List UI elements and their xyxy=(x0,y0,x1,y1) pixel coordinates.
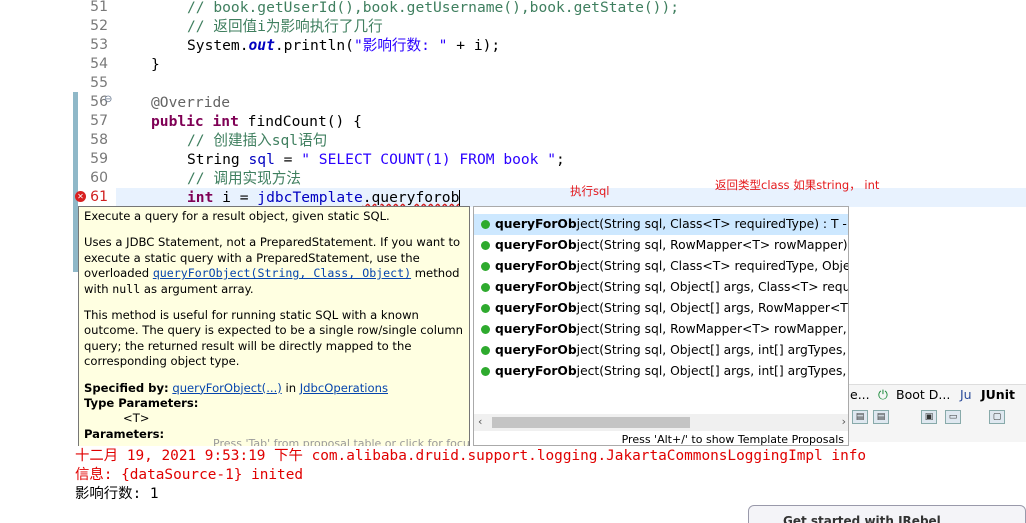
line-number: 51 xyxy=(90,0,108,15)
annotation-return-type: 返回类型class 如果string， int xyxy=(715,178,880,192)
code-line-54: } xyxy=(151,56,160,73)
line-number: 57 xyxy=(90,113,108,129)
scroll-right-icon[interactable]: › xyxy=(842,415,846,428)
doc-link-specified[interactable]: queryForObject(...) xyxy=(172,381,281,395)
proposal-footer: Press 'Alt+/' to show Template Proposals xyxy=(621,433,844,446)
doc-summary: Execute a query for a result object, giv… xyxy=(84,209,390,223)
annotation-exec-sql: 执行sql xyxy=(570,184,610,198)
proposal-item[interactable]: queryForObject(String sql, Class<T> requ… xyxy=(474,214,848,235)
spring-boot-icon: ⏻ xyxy=(878,387,888,402)
console-line: 十二月 19, 2021 9:53:19 下午 com.alibaba.drui… xyxy=(75,448,867,464)
proposal-item[interactable]: queryForObject(String sql, Object[] args… xyxy=(474,298,848,319)
public-method-icon xyxy=(481,346,490,355)
toolbar-icon[interactable]: ▤ xyxy=(873,410,889,424)
proposal-item[interactable]: queryForObject(String sql, RowMapper<T> … xyxy=(474,319,848,340)
doc-type-param: <T> xyxy=(123,411,150,426)
content-assist-popup[interactable]: queryForObject(String sql, Class<T> requ… xyxy=(473,206,849,446)
code-line-60: // 调用实现方法 xyxy=(187,170,301,187)
proposal-item[interactable]: queryForObject(String sql, Object[] args… xyxy=(474,277,848,298)
code-line-57: public int findCount() { xyxy=(151,113,362,130)
proposal-item[interactable]: queryForObject(String sql, RowMapper<T> … xyxy=(474,235,848,256)
doc-link-query-for-object[interactable]: queryForObject(String, Class, Object) xyxy=(153,266,411,280)
toolbar-icon[interactable]: ▢ xyxy=(989,410,1005,424)
public-method-icon xyxy=(481,304,490,313)
public-method-icon xyxy=(481,241,490,250)
public-method-icon xyxy=(481,367,490,376)
doc-paragraph: Uses a JDBC Statement, not a PreparedSta… xyxy=(84,235,461,296)
line-number: 59 xyxy=(90,151,108,167)
doc-specified-by: Specified by: queryForObject(...) in Jdb… xyxy=(84,380,388,395)
error-icon[interactable]: ✕ xyxy=(75,191,86,202)
junit-icon: Ju xyxy=(960,387,972,402)
fold-toggle-icon[interactable]: ⊖ xyxy=(104,94,112,105)
doc-link-jdbcoperations[interactable]: JdbcOperations xyxy=(300,381,388,395)
doc-paragraph: This method is useful for running static… xyxy=(84,308,463,369)
code-line-59: String sql = " SELECT COUNT(1) FROM book… xyxy=(187,151,565,168)
jrebel-notification[interactable]: Get started with JRebel xyxy=(748,505,1026,523)
public-method-icon xyxy=(481,220,490,229)
public-method-icon xyxy=(481,325,490,334)
toolbar-icon[interactable]: ▭ xyxy=(945,410,961,424)
code-line-53: System.out.println("影响行数: " + i); xyxy=(187,37,501,54)
views-toolbar: e... ⏻ Boot D... Ju JUnit ▤ ▤ ▣ ▭ ▢ xyxy=(849,384,1026,442)
code-line-51: // book.getUserId(),book.getUsername(),b… xyxy=(187,0,680,16)
line-number: 53 xyxy=(90,37,108,53)
text-caret xyxy=(459,190,461,206)
code-line-61[interactable]: int i = jdbcTemplate.queryforob xyxy=(187,188,461,207)
public-method-icon xyxy=(481,283,490,292)
toolbar-icon[interactable]: ▣ xyxy=(921,410,937,424)
horizontal-scrollbar[interactable]: ‹ › xyxy=(474,414,848,431)
tab-junit[interactable]: JUnit xyxy=(981,387,1015,402)
jrebel-text: Get started with JRebel xyxy=(783,514,941,523)
console-line: 信息: {dataSource-1} inited xyxy=(75,467,304,483)
code-line-58: // 创建插入sql语句 xyxy=(187,132,328,149)
toolbar-icon[interactable]: ▤ xyxy=(852,410,868,424)
scroll-left-icon[interactable]: ‹ xyxy=(478,415,482,428)
code-line-52: // 返回值i为影响执行了几行 xyxy=(187,18,383,35)
line-number: 55 xyxy=(90,75,108,91)
line-number: 54 xyxy=(90,56,108,72)
doc-type-params-label: Type Parameters: xyxy=(84,396,199,411)
proposal-item[interactable]: queryForObject(String sql, Object[] args… xyxy=(474,340,848,361)
line-number: 58 xyxy=(90,132,108,148)
proposal-item[interactable]: queryForObject(String sql, Object[] args… xyxy=(474,361,848,382)
line-number: 56 xyxy=(90,94,108,110)
console-line: 影响行数: 1 xyxy=(75,486,159,502)
code-line-56: @Override xyxy=(151,94,231,111)
proposal-item[interactable]: queryForObject(String sql, Class<T> requ… xyxy=(474,256,848,277)
javadoc-popup[interactable]: Execute a query for a result object, giv… xyxy=(78,206,470,450)
tab-boot-dashboard[interactable]: Boot D... xyxy=(896,387,950,402)
public-method-icon xyxy=(481,262,490,271)
line-number: 52 xyxy=(90,18,108,34)
line-number: 60 xyxy=(90,170,108,186)
scrollbar-thumb[interactable] xyxy=(492,417,690,428)
view-tab-partial[interactable]: e... xyxy=(850,387,870,402)
